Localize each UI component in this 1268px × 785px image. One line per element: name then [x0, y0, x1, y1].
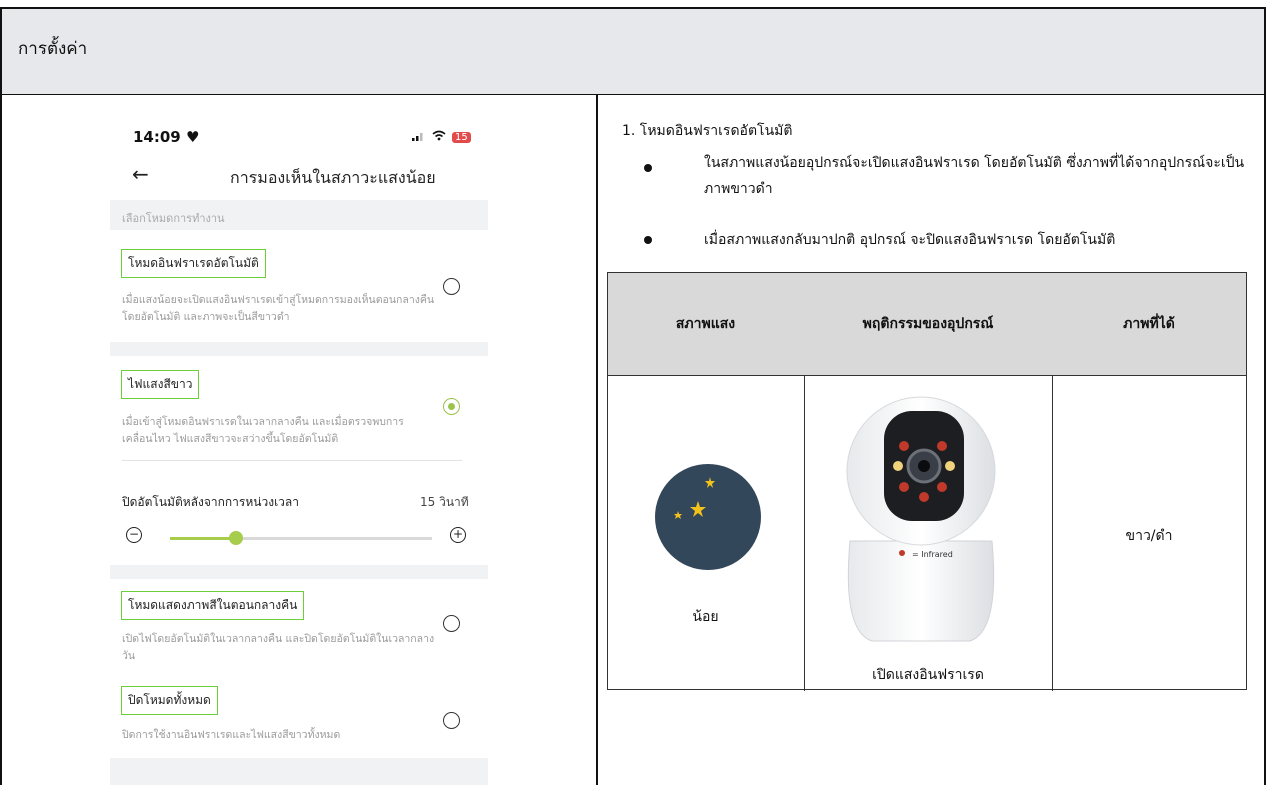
status-icons: 15	[412, 130, 471, 144]
option-label-white-light: ไฟแสงสีขาว	[121, 370, 200, 399]
option-desc-night-color: เปิดไฟโดยอัตโนมัติในเวลากลางคืน และปิดโด…	[122, 633, 435, 662]
section-heading: 1. โหมดอินฟราเรดอัตโนมัติ	[622, 123, 793, 139]
increase-icon[interactable]: +	[450, 527, 466, 543]
radio-all-off[interactable]	[443, 712, 460, 729]
signal-icon	[412, 130, 426, 144]
delay-slider-track[interactable]	[170, 537, 432, 540]
bullet-text: ในสภาพแสงน้อยอุปกรณ์จะเปิดแสงอินฟราเรด โ…	[704, 155, 1245, 197]
table-header-cell: สภาพแสง	[675, 316, 736, 332]
table-cell-divider	[804, 375, 805, 691]
divider-band	[110, 758, 488, 785]
page-header: การตั้งค่า	[2, 9, 1264, 95]
decrease-icon[interactable]: −	[126, 527, 142, 543]
moon-night-icon	[655, 464, 761, 570]
divider-line	[122, 460, 462, 461]
divider-band	[110, 565, 488, 579]
section-header: เลือกโหมดการทำงาน	[122, 212, 225, 225]
table-cell-light: น้อย	[692, 609, 719, 625]
option-label-night-color: โหมดแสดงภาพสีในตอนกลางคืน	[121, 591, 305, 620]
phone-screenshot: 14:09 ♥ 15 ← การมองเห็นในสภาวะแสงน้อย เล…	[100, 110, 490, 785]
option-desc-auto-infrared: เมื่อแสงน้อยจะเปิดแสงอินฟราเรดเข้าสู่โหม…	[122, 294, 435, 323]
delay-label: ปิดอัตโนมัติหลังจากการหน่วงเวลา	[122, 495, 300, 509]
radio-night-color[interactable]	[443, 615, 460, 632]
delay-slider-handle[interactable]	[228, 531, 243, 545]
table-cell-behavior: เปิดแสงอินฟราเรด	[872, 667, 984, 683]
option-label-all-off: ปิดโหมดทั้งหมด	[121, 686, 218, 715]
bullet-dot	[644, 164, 652, 172]
wifi-icon	[432, 130, 446, 144]
table-header-cell: ภาพที่ได้	[1123, 316, 1175, 332]
radio-auto-infrared[interactable]	[443, 278, 460, 295]
camera-infrared-label: = Infrared	[912, 550, 953, 559]
bullet-dot	[644, 236, 652, 244]
divider-band	[110, 342, 488, 356]
option-desc-white-light: เมื่อเข้าสู่โหมดอินฟราเรดในเวลากลางคืน แ…	[122, 416, 404, 445]
camera-image: = Infrared	[846, 396, 996, 642]
column-divider	[596, 95, 598, 785]
option-desc-all-off: ปิดการใช้งานอินฟราเรดและไฟแสงสีขาวทั้งหม…	[122, 729, 341, 741]
delay-value: 15 วินาที	[420, 495, 469, 509]
behavior-table: สภาพแสง พฤติกรรมของอุปกรณ์ ภาพที่ได้ น้อ…	[607, 272, 1247, 691]
table-cell-result: ขาว/ดำ	[1125, 528, 1173, 544]
table-header: สภาพแสง พฤติกรรมของอุปกรณ์ ภาพที่ได้	[608, 273, 1246, 376]
option-label-auto-infrared: โหมดอินฟราเรดอัตโนมัติ	[121, 249, 266, 278]
battery-icon: 15	[452, 131, 471, 143]
radio-white-light[interactable]	[443, 398, 460, 415]
table-header-cell: พฤติกรรมของอุปกรณ์	[862, 316, 994, 332]
delay-slider-fill	[170, 537, 236, 540]
page-title: การตั้งค่า	[18, 39, 88, 59]
status-time: 14:09 ♥	[133, 128, 200, 146]
bullet-text: เมื่อสภาพแสงกลับมาปกติ อุปกรณ์ จะปิดแสงอ…	[704, 232, 1116, 248]
heart-icon: ♥	[185, 128, 200, 146]
screen-title: การมองเห็นในสภาวะแสงน้อย	[230, 168, 436, 187]
back-arrow-icon[interactable]: ←	[132, 162, 149, 186]
